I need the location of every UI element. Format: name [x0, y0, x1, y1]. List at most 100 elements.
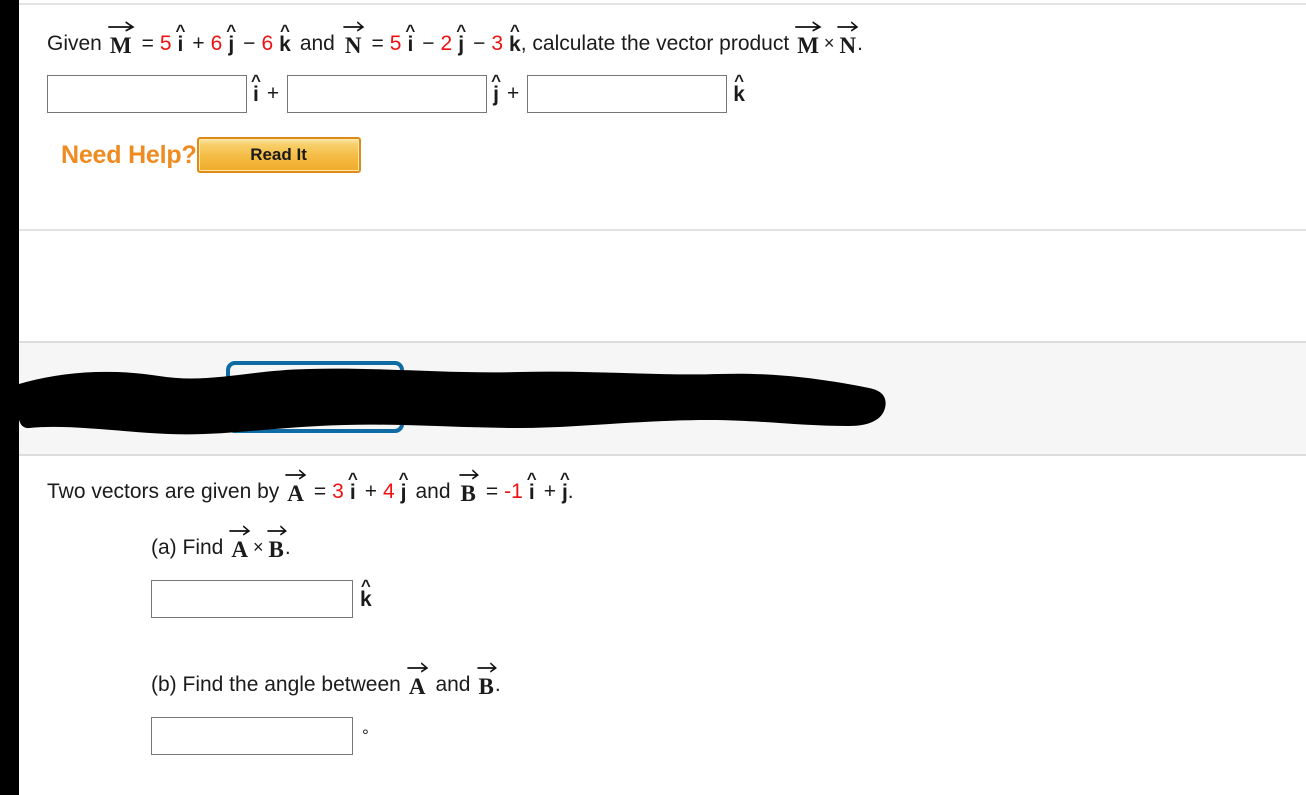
- vector-n-letter: N: [839, 32, 857, 58]
- vector-n-letter: N: [344, 32, 362, 58]
- hat-accent: ^: [734, 70, 745, 90]
- redacted-toolbar-band: [19, 341, 1306, 456]
- vector-b-letter: B: [460, 480, 476, 506]
- i-hat-label-answer: ^ i: [251, 72, 261, 105]
- j-hat-label-answer: ^ j: [491, 72, 501, 105]
- cross-product-operator: ×: [252, 537, 264, 558]
- and-conjunction-1: and: [299, 32, 335, 56]
- need-help-row: Need Help? Read It: [47, 136, 863, 174]
- vector-arrow-icon: [476, 661, 497, 673]
- j-hat-icon-1: ^ j: [226, 22, 236, 55]
- m-k-coefficient: 6: [261, 32, 274, 56]
- plus-operator-b: +: [506, 82, 520, 106]
- vector-arrow-icon: [108, 20, 135, 32]
- j-hat-icon-2: ^ j: [456, 22, 466, 55]
- k-hat-label-answer: ^ k: [733, 72, 745, 105]
- part-a-answer-row: ^ k: [151, 577, 372, 619]
- vector-arrow-icon: [795, 20, 822, 32]
- part-a-period: .: [284, 536, 291, 560]
- vector-a-letter: A: [231, 536, 248, 562]
- statement-lead-text: Given: [47, 32, 102, 56]
- and-conjunction-2: and: [415, 480, 451, 504]
- k-hat-icon-1: ^ k: [279, 22, 291, 55]
- k-hat-label-part-a: ^ k: [360, 577, 372, 610]
- answer-input-k-component[interactable]: [527, 75, 728, 113]
- problem-1-answer-row: ^ i + ^ j + ^ k: [47, 72, 863, 114]
- problem-2-part-b: (b) Find the angle between A and B . °: [151, 661, 501, 756]
- vector-arrow-icon: [343, 20, 365, 32]
- part-b-and: and: [435, 673, 471, 697]
- hat-accent: ^: [491, 70, 501, 90]
- plus-1: +: [364, 480, 377, 504]
- b-i-coefficient: -1: [504, 480, 523, 504]
- minus-3: −: [473, 32, 486, 56]
- hat-accent: ^: [509, 20, 520, 40]
- problem-1-block: Given M = 5 ^ i + 6 ^ j − 6 ^ k and N = …: [47, 20, 863, 174]
- vector-arrow-icon: [837, 20, 859, 32]
- part-b-period: .: [494, 673, 501, 697]
- equals-2: =: [485, 480, 499, 504]
- minus-2: −: [422, 32, 435, 56]
- product-vector-n-symbol: N: [837, 20, 859, 58]
- a-j-coefficient: 4: [382, 480, 395, 504]
- assignment-page: Given M = 5 ^ i + 6 ^ j − 6 ^ k and N = …: [0, 0, 1306, 795]
- part-b-prompt: (b) Find the angle between A and B .: [151, 661, 501, 700]
- equals-1: =: [313, 480, 327, 504]
- degree-unit-label: °: [362, 726, 369, 745]
- m-i-coefficient: 5: [159, 32, 172, 56]
- i-hat-icon-2: ^ i: [405, 22, 415, 55]
- need-help-label: Need Help?: [61, 140, 197, 169]
- vector-arrow-icon: [266, 524, 287, 536]
- product-vector-m-symbol: M: [795, 20, 822, 58]
- statement-period: .: [857, 32, 863, 56]
- j-hat-icon-3: ^ j: [399, 470, 409, 503]
- n-j-coefficient: 2: [440, 32, 453, 56]
- plus-1: +: [192, 32, 205, 56]
- a-i-coefficient: 3: [332, 480, 344, 504]
- i-hat-icon-1: ^ i: [175, 22, 185, 55]
- vector-arrow-icon: [285, 468, 307, 480]
- hat-accent: ^: [559, 468, 570, 488]
- statement-lead-text-2: Two vectors are given by: [47, 480, 280, 504]
- vector-arrow-icon: [407, 661, 429, 673]
- hat-accent: ^: [175, 20, 186, 40]
- answer-input-part-b[interactable]: [151, 717, 353, 755]
- hat-accent: ^: [398, 468, 409, 488]
- n-i-coefficient: 5: [389, 32, 402, 56]
- problem-1-statement: Given M = 5 ^ i + 6 ^ j − 6 ^ k and N = …: [47, 20, 863, 60]
- i-hat-icon-3: ^ i: [348, 470, 358, 503]
- cross-product-operator: ×: [823, 33, 835, 54]
- vector-arrow-icon: [229, 524, 251, 536]
- vector-arrow-icon: [458, 468, 479, 480]
- n-k-coefficient: 3: [491, 32, 504, 56]
- minus-1: −: [243, 32, 256, 56]
- hat-accent: ^: [360, 575, 371, 595]
- part-a-prompt: (a) Find A × B .: [151, 524, 372, 563]
- equals-1: =: [141, 32, 154, 56]
- problem-2-block: Two vectors are given by A = 3 ^ i + 4 ^…: [47, 468, 574, 755]
- hat-accent: ^: [250, 70, 261, 90]
- part-b-vector-b: B: [476, 661, 497, 699]
- answer-input-j-component[interactable]: [287, 75, 488, 113]
- hat-accent: ^: [405, 20, 416, 40]
- vector-m-letter: M: [797, 32, 819, 58]
- part-b-label: (b) Find the angle between: [151, 673, 401, 697]
- part-a-label: (a) Find: [151, 536, 224, 560]
- vector-n-symbol: N: [343, 20, 365, 58]
- hat-accent: ^: [347, 468, 358, 488]
- answer-input-part-a[interactable]: [151, 580, 353, 618]
- highlighted-selection-box[interactable]: [226, 361, 404, 433]
- hat-accent: ^: [280, 20, 290, 40]
- part-b-vector-a: A: [407, 661, 429, 698]
- answer-input-i-component[interactable]: [47, 75, 247, 113]
- vector-b-letter: B: [268, 536, 284, 562]
- section-divider-top: [19, 3, 1306, 5]
- vector-b-letter: B: [478, 673, 494, 699]
- read-it-button[interactable]: Read It: [196, 137, 361, 173]
- vector-a-letter: A: [287, 480, 304, 506]
- vector-b-symbol: B: [458, 468, 479, 506]
- vector-a-symbol: A: [285, 468, 307, 506]
- j-hat-icon-4: ^ j: [560, 470, 570, 503]
- k-hat-icon-2: ^ k: [509, 22, 521, 55]
- plus-2: +: [543, 480, 556, 504]
